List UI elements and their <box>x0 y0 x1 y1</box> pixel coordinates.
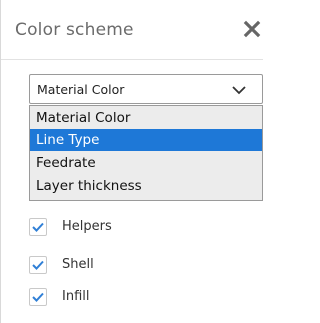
infill-row: Infill <box>29 286 229 308</box>
helpers-row: Helpers <box>29 216 229 238</box>
select-value: Material Color <box>37 82 125 97</box>
infill-checkbox[interactable] <box>29 288 47 306</box>
panel-header: Color scheme <box>1 0 263 60</box>
option-layer-thickness[interactable]: Layer thickness <box>30 175 262 197</box>
infill-label: Infill <box>62 289 90 304</box>
shell-row: Shell <box>29 254 229 276</box>
option-feedrate[interactable]: Feedrate <box>30 152 262 174</box>
close-icon[interactable] <box>241 15 265 43</box>
chevron-down-icon <box>230 81 248 99</box>
color-scheme-options: Material Color Line Type Feedrate Layer … <box>29 105 263 201</box>
color-scheme-panel: Color scheme Material Color Material Col… <box>0 0 263 323</box>
helpers-label: Helpers <box>62 219 112 234</box>
option-material-color[interactable]: Material Color <box>30 107 262 129</box>
color-scheme-select[interactable]: Material Color <box>29 74 263 104</box>
shell-label: Shell <box>62 257 94 272</box>
option-line-type[interactable]: Line Type <box>30 129 262 151</box>
helpers-checkbox[interactable] <box>29 218 47 236</box>
panel-title: Color scheme <box>15 20 134 40</box>
shell-checkbox[interactable] <box>29 256 47 274</box>
